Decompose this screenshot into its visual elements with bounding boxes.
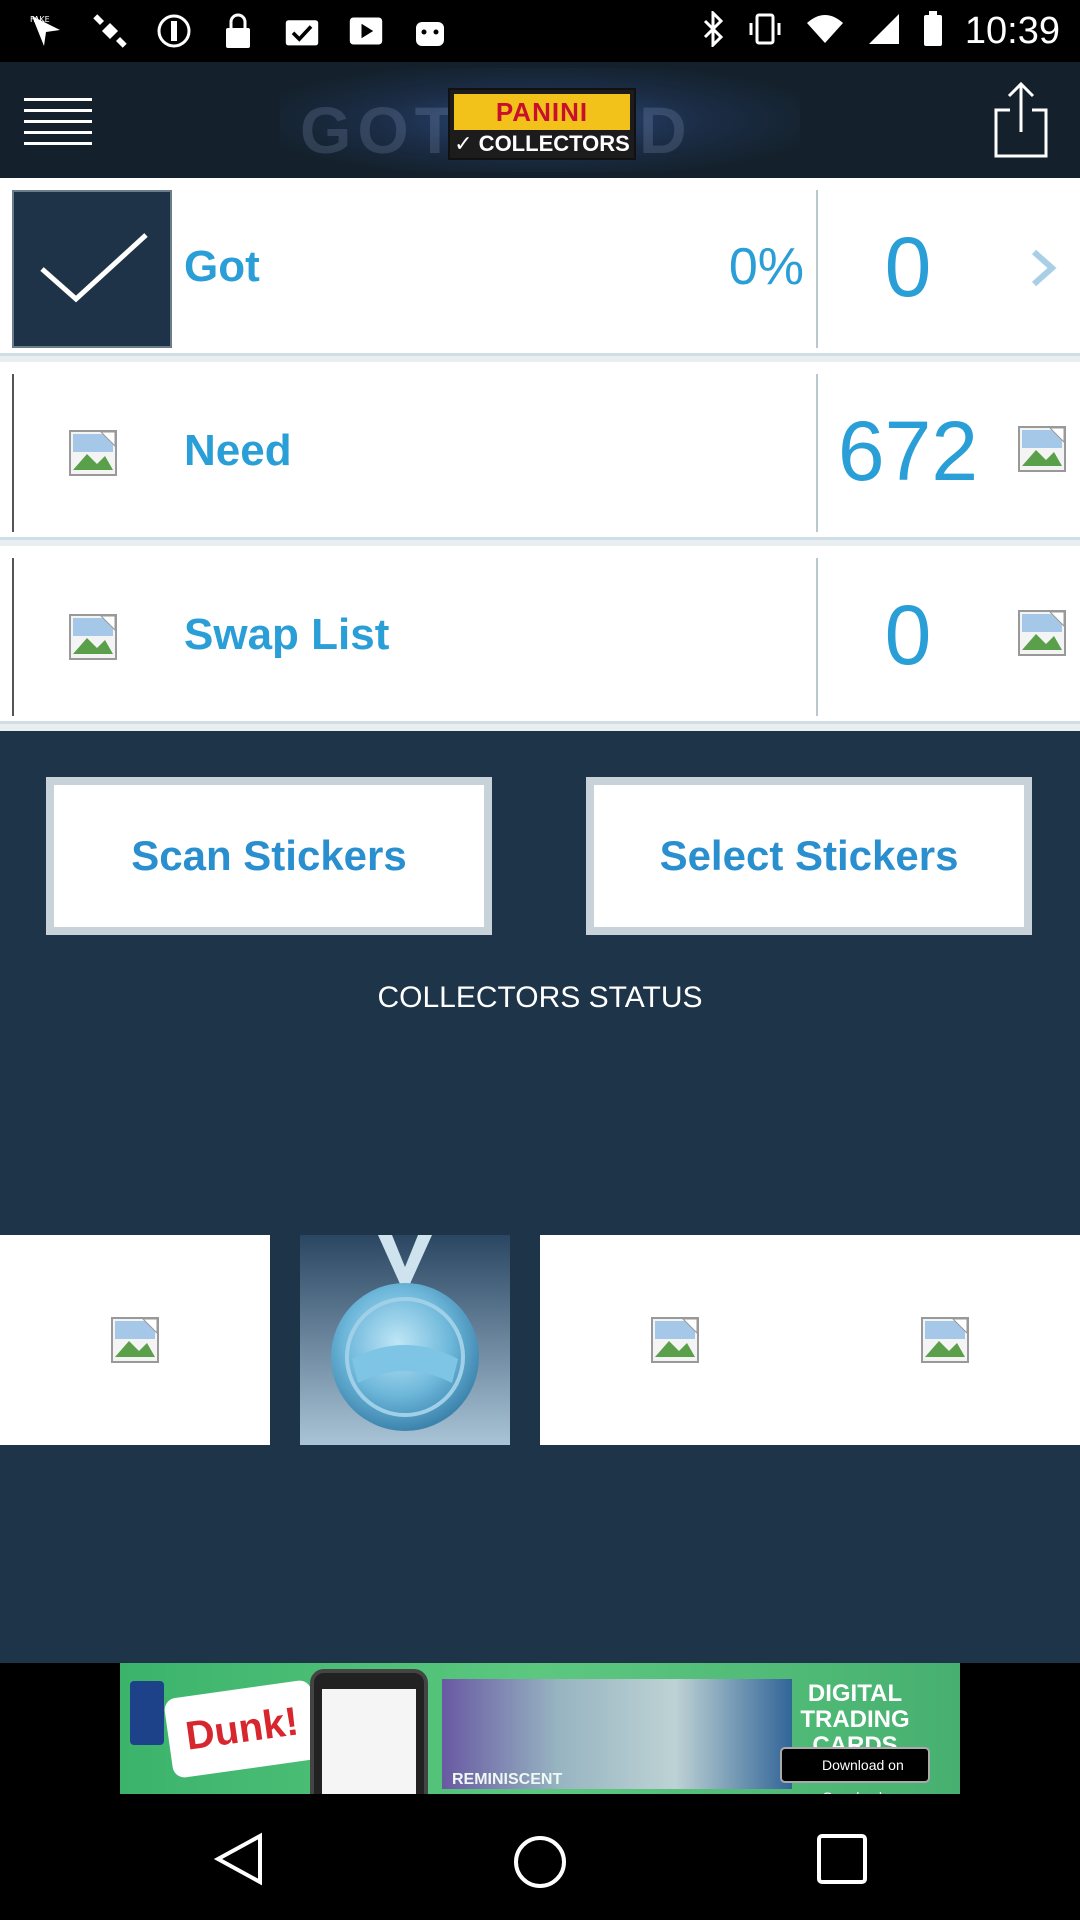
dnd-icon [156, 12, 192, 50]
row-swap-list[interactable]: Swap List 0 [0, 546, 1080, 724]
ad-banner[interactable]: Dunk! REMINISCENT DIGITAL TRADING CARDS … [120, 1663, 960, 1794]
android-icon [412, 12, 448, 50]
ad-card-image [322, 1689, 416, 1794]
need-count: 672 [837, 404, 979, 498]
svg-text:FAKE: FAKE [30, 15, 50, 24]
need-thumbnail [12, 374, 172, 532]
satellite-icon [92, 12, 128, 50]
fake-gps-icon: FAKE [28, 12, 64, 50]
collection-summary: Got 0% 0 Need 672 Swap List 0 [0, 178, 1080, 731]
status-bar: FAKE 10:39 [0, 0, 1080, 62]
ad-phone-image [310, 1669, 428, 1794]
got-percent: 0% [728, 238, 804, 296]
recent-apps-button[interactable] [815, 1832, 875, 1886]
battery-icon [923, 11, 943, 52]
home-circle-icon [514, 1836, 566, 1888]
wifi-icon [805, 13, 845, 50]
broken-image-icon [921, 1317, 969, 1363]
share-icon [994, 81, 1048, 158]
menu-line [24, 142, 92, 145]
got-count: 0 [884, 220, 932, 314]
badge-image-4[interactable] [810, 1235, 1080, 1445]
got-thumbnail [12, 190, 172, 348]
main-panel: Scan Stickers Select Stickers COLLECTORS… [0, 731, 1080, 1663]
panini-collectors-logo: PANINI ✓ COLLECTORS [448, 88, 636, 160]
google-play-badge[interactable]: Download on Google play [780, 1747, 930, 1794]
row-label: Need [184, 426, 292, 475]
medal-badge[interactable] [300, 1235, 510, 1445]
nba-logo [130, 1681, 164, 1745]
checkmark-icon [40, 233, 148, 303]
medal-icon [300, 1235, 510, 1445]
menu-button[interactable] [24, 98, 92, 148]
ad-players-image: REMINISCENT [442, 1679, 792, 1789]
broken-image-icon [1018, 610, 1066, 656]
row-label: Got [184, 242, 260, 291]
collectors-status-title: COLLECTORS STATUS [377, 981, 703, 1014]
logo-subtitle: ✓ COLLECTORS [454, 131, 630, 156]
menu-line [24, 109, 92, 112]
back-triangle-icon [213, 1832, 262, 1886]
ad-caption: REMINISCENT [452, 1771, 563, 1788]
badge-image-3[interactable] [540, 1235, 810, 1445]
recent-square-icon [817, 1834, 867, 1884]
signal-icon [867, 12, 901, 51]
status-badges [0, 1235, 1080, 1445]
back-button[interactable] [210, 1832, 270, 1886]
chevron-right-icon [1028, 248, 1058, 288]
navigation-bar [0, 1794, 1080, 1920]
status-time: 10:39 [964, 10, 1060, 52]
broken-image-icon [651, 1317, 699, 1363]
bluetooth-icon [701, 9, 725, 52]
menu-line [24, 120, 92, 123]
broken-image-icon [69, 614, 117, 660]
badge-image-1[interactable] [0, 1235, 270, 1445]
broken-image-icon [69, 430, 117, 476]
vibrate-icon [747, 11, 783, 52]
row-label: Swap List [184, 610, 390, 659]
menu-line [24, 131, 92, 134]
menu-line [24, 98, 92, 101]
status-bar-left: FAKE [28, 12, 448, 50]
select-stickers-button[interactable]: Select Stickers [586, 777, 1032, 935]
swap-thumbnail [12, 558, 172, 716]
swap-count: 0 [884, 588, 932, 682]
logo-brand: PANINI [454, 94, 630, 130]
lock-icon [220, 12, 256, 50]
row-got[interactable]: Got 0% 0 [0, 178, 1080, 356]
ad-brand: Dunk! [163, 1679, 321, 1779]
home-button[interactable] [510, 1832, 570, 1888]
broken-image-icon [111, 1317, 159, 1363]
status-bar-right: 10:39 [701, 9, 1060, 53]
row-need[interactable]: Need 672 [0, 362, 1080, 540]
broken-image-icon [1018, 426, 1066, 472]
task-check-icon [284, 12, 320, 50]
app-root: FAKE 10:39 GOT PANINI ✓ COLLECTORS Got 0… [0, 0, 1080, 1920]
share-button[interactable] [992, 80, 1050, 158]
scan-stickers-button[interactable]: Scan Stickers [46, 777, 492, 935]
play-icon [348, 12, 384, 50]
